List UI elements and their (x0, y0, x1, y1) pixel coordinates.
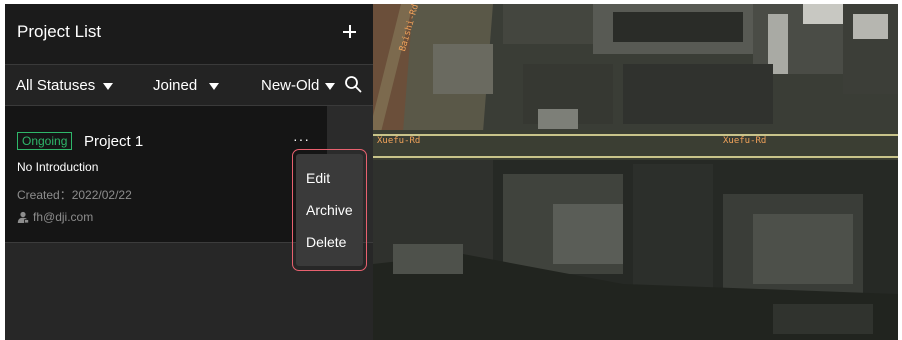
sort-dropdown[interactable]: New-Old (261, 76, 336, 96)
menu-item-archive[interactable]: Archive (306, 201, 353, 219)
owner-email: fh@dji.com (33, 210, 94, 224)
menu-item-edit[interactable]: Edit (306, 169, 330, 187)
status-filter-dropdown[interactable]: All Statuses (16, 76, 114, 96)
sort-label: New-Old (261, 77, 320, 94)
project-name: Project 1 (84, 133, 144, 150)
project-owner: fh@dji.com (17, 209, 93, 225)
project-card[interactable]: Ongoing Project 1 ··· No Introduction Cr… (5, 106, 327, 242)
project-introduction: No Introduction (17, 160, 99, 174)
road-label-xuefu-east: Xuefu-Rd (723, 136, 767, 146)
search-icon[interactable] (344, 75, 362, 93)
status-filter-label: All Statuses (16, 77, 96, 94)
add-project-button[interactable] (339, 21, 361, 43)
context-menu: Edit Archive Delete (296, 154, 363, 266)
filter-bar: All Statuses Joined New-Old (5, 65, 373, 105)
panel-header: Project List (5, 4, 373, 64)
status-badge: Ongoing (17, 132, 73, 150)
satellite-map[interactable]: Baishi-Rd Xuefu-Rd Xuefu-Rd (373, 4, 898, 340)
menu-item-delete[interactable]: Delete (306, 233, 346, 251)
project-created-date: Created：2022/02/22 (17, 188, 132, 202)
road-label-xuefu-west: Xuefu-Rd (377, 136, 421, 146)
app-frame: Project List All Statuses Joined New-Old (5, 4, 898, 340)
caret-down-icon (103, 82, 114, 90)
membership-filter-label: Joined (153, 77, 198, 94)
caret-down-icon (325, 82, 336, 90)
map-imagery (373, 4, 898, 340)
panel-title: Project List (17, 22, 102, 41)
membership-filter-dropdown[interactable]: Joined (153, 76, 220, 96)
more-options-button[interactable]: ··· (293, 132, 309, 148)
caret-down-icon (209, 82, 220, 90)
user-icon (17, 211, 29, 223)
